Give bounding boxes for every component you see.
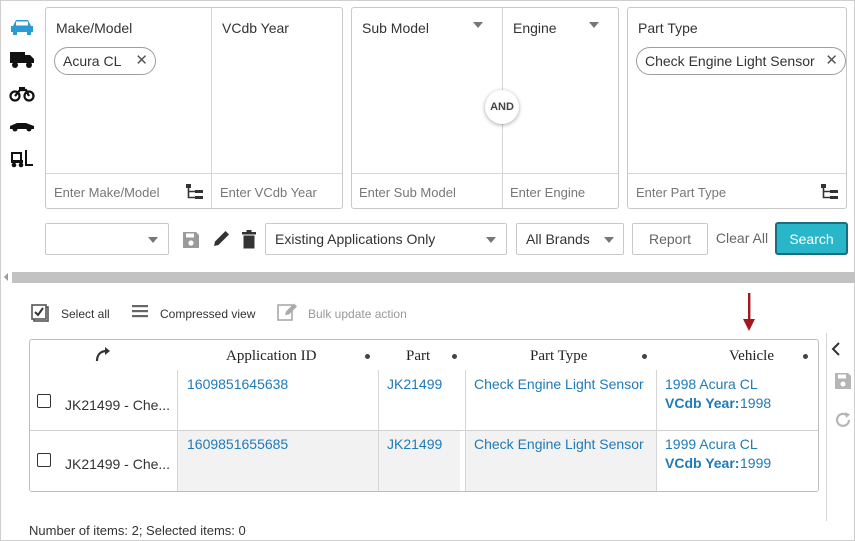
part-type-input[interactable]: Enter Part Type bbox=[636, 185, 726, 200]
row-checkbox[interactable] bbox=[37, 453, 51, 467]
car-icon[interactable] bbox=[9, 17, 35, 37]
part-link[interactable]: JK21499 bbox=[387, 376, 442, 392]
chevron-down-icon bbox=[604, 237, 614, 243]
status-text: Number of items: 2; Selected items: 0 bbox=[29, 523, 246, 538]
bulk-update-label: Bulk update action bbox=[308, 307, 407, 321]
part-type-link[interactable]: Check Engine Light Sensor bbox=[474, 376, 644, 392]
divider bbox=[177, 370, 178, 431]
column-header-part-type[interactable]: Part Type bbox=[530, 340, 587, 370]
sub-model-title: Sub Model bbox=[362, 20, 429, 36]
row-checkbox[interactable] bbox=[37, 394, 51, 408]
forklift-icon[interactable] bbox=[9, 148, 35, 168]
applications-table: Application ID Part Part Type Vehicle JK… bbox=[29, 339, 819, 492]
chevron-down-icon bbox=[148, 237, 158, 243]
divider bbox=[378, 370, 379, 431]
brands-select[interactable]: All Brands bbox=[516, 223, 624, 255]
row-label: JK21499 - Che... bbox=[65, 397, 171, 413]
table-header: Application ID Part Part Type Vehicle bbox=[30, 340, 818, 370]
make-model-chip: Acura CL ✕ bbox=[54, 47, 156, 75]
part-link[interactable]: JK21499 bbox=[387, 436, 442, 452]
select-all-icon[interactable] bbox=[31, 303, 51, 323]
compressed-view-label[interactable]: Compressed view bbox=[160, 307, 255, 321]
bulk-update-icon bbox=[277, 303, 297, 321]
applications-filter-value: Existing Applications Only bbox=[275, 231, 436, 247]
app-frame: Make/Model Acura CL ✕ VCdb Year Enter Ma… bbox=[0, 0, 855, 541]
make-model-title: Make/Model bbox=[56, 20, 133, 36]
divider bbox=[177, 431, 178, 491]
table-row[interactable]: JK21499 - Che... 1609851645638 JK21499 C… bbox=[30, 370, 818, 431]
vcdb-year-title: VCdb Year bbox=[222, 20, 289, 36]
column-menu-icon[interactable] bbox=[803, 354, 808, 359]
column-menu-icon[interactable] bbox=[642, 354, 647, 359]
application-id-link[interactable]: 1609851655685 bbox=[187, 436, 288, 452]
divider bbox=[46, 173, 342, 174]
chip-label: Check Engine Light Sensor bbox=[645, 53, 815, 69]
divider bbox=[352, 173, 618, 174]
row-label: JK21499 - Che... bbox=[65, 456, 171, 472]
divider bbox=[628, 173, 846, 174]
save-icon[interactable] bbox=[181, 231, 201, 249]
divider bbox=[656, 431, 657, 491]
vcdb-year-label: VCdb Year: bbox=[665, 395, 740, 411]
refresh-icon bbox=[835, 412, 851, 427]
close-icon[interactable]: ✕ bbox=[825, 48, 838, 74]
divider bbox=[465, 370, 466, 431]
brands-value: All Brands bbox=[526, 231, 590, 247]
column-header-vehicle[interactable]: Vehicle bbox=[729, 340, 774, 370]
application-id-link[interactable]: 1609851645638 bbox=[187, 376, 288, 392]
chevron-down-icon bbox=[486, 237, 496, 243]
column-menu-icon[interactable] bbox=[452, 354, 457, 359]
close-icon[interactable]: ✕ bbox=[135, 48, 148, 74]
part-type-title: Part Type bbox=[638, 20, 698, 36]
vehicle-link[interactable]: 1999 Acura CL bbox=[665, 436, 758, 452]
chip-label: Acura CL bbox=[63, 53, 122, 69]
column-menu-icon[interactable] bbox=[365, 354, 370, 359]
divider bbox=[211, 8, 212, 208]
divider bbox=[656, 370, 657, 431]
vcdb-year-value: 1998 bbox=[740, 395, 772, 411]
motorcycle-icon[interactable] bbox=[9, 83, 35, 103]
chevron-down-icon[interactable] bbox=[589, 22, 599, 28]
part-type-panel: Part Type Check Engine Light Sensor ✕ En… bbox=[627, 7, 847, 209]
and-operator-badge[interactable]: AND bbox=[485, 90, 519, 124]
chevron-left-icon[interactable] bbox=[831, 342, 841, 356]
panel-splitter[interactable] bbox=[12, 272, 855, 283]
part-type-chip: Check Engine Light Sensor ✕ bbox=[636, 47, 846, 75]
make-model-input[interactable]: Enter Make/Model bbox=[54, 185, 160, 200]
clear-all-button[interactable]: Clear All bbox=[713, 223, 771, 255]
report-button[interactable]: Report bbox=[632, 223, 708, 255]
table-row[interactable]: JK21499 - Che... 1609851655685 JK21499 C… bbox=[30, 431, 818, 491]
collapse-icon[interactable] bbox=[4, 273, 8, 281]
sub-model-input[interactable]: Enter Sub Model bbox=[359, 185, 456, 200]
divider bbox=[378, 431, 379, 491]
tree-icon[interactable] bbox=[820, 183, 840, 201]
save-icon bbox=[835, 373, 851, 389]
vcdb-year-value: 1999 bbox=[740, 455, 772, 471]
vcdb-year-label: VCdb Year: bbox=[665, 455, 740, 471]
make-model-panel: Make/Model Acura CL ✕ VCdb Year Enter Ma… bbox=[45, 7, 343, 209]
saved-search-select[interactable] bbox=[45, 223, 169, 255]
chevron-down-icon[interactable] bbox=[473, 22, 483, 28]
vcdb-year-input[interactable]: Enter VCdb Year bbox=[220, 185, 317, 200]
tree-icon[interactable] bbox=[185, 183, 205, 201]
engine-title: Engine bbox=[513, 20, 557, 36]
search-button[interactable]: Search bbox=[775, 222, 848, 255]
vehicle-link[interactable]: 1998 Acura CL bbox=[665, 376, 758, 392]
pencil-icon[interactable] bbox=[211, 229, 233, 249]
redo-arrow-icon[interactable] bbox=[94, 346, 112, 362]
engine-input[interactable]: Enter Engine bbox=[510, 185, 585, 200]
compressed-view-icon[interactable] bbox=[131, 303, 149, 321]
select-all-label[interactable]: Select all bbox=[61, 307, 110, 321]
trash-icon[interactable] bbox=[241, 230, 257, 249]
truck-icon[interactable] bbox=[9, 49, 35, 69]
column-header-part[interactable]: Part bbox=[406, 340, 430, 370]
race-car-icon[interactable] bbox=[9, 115, 35, 135]
applications-filter-select[interactable]: Existing Applications Only bbox=[265, 223, 507, 255]
divider bbox=[826, 333, 827, 521]
part-type-link[interactable]: Check Engine Light Sensor bbox=[474, 436, 644, 452]
divider bbox=[465, 431, 466, 491]
arrow-down-icon bbox=[743, 293, 755, 331]
column-header-application-id[interactable]: Application ID bbox=[226, 340, 316, 370]
